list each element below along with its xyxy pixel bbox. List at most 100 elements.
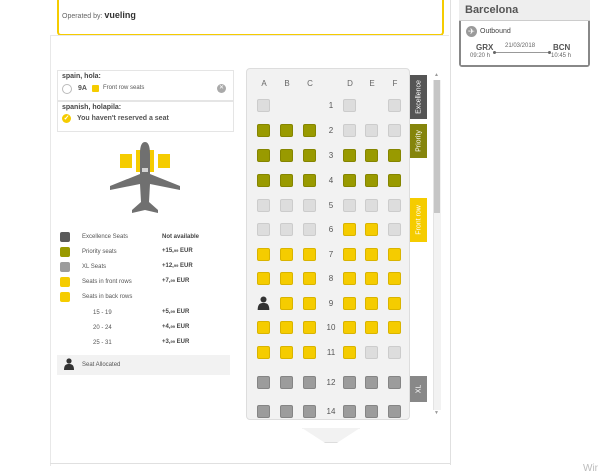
row-number: 8 [328,274,334,283]
seat-5C[interactable] [303,199,316,212]
scrollbar-thumb[interactable] [434,80,440,213]
seat-12D[interactable] [343,376,356,389]
seat-12B[interactable] [280,376,293,389]
seat-2D[interactable] [343,124,356,137]
seat-1A[interactable] [257,99,270,112]
seat-14B[interactable] [280,405,293,418]
seat-4E[interactable] [365,174,378,187]
seat-8B[interactable] [280,272,293,285]
scroll-up-arrow-icon[interactable]: ▲ [433,72,440,79]
seat-2C[interactable] [303,124,316,137]
seat-5F[interactable] [388,199,401,212]
seat-11A[interactable] [257,346,270,359]
seat-14F[interactable] [388,405,401,418]
seat-10E[interactable] [365,321,378,334]
seat-3E[interactable] [365,149,378,162]
seat-8F[interactable] [388,272,401,285]
seat-3A[interactable] [257,149,270,162]
seat-12A[interactable] [257,376,270,389]
seat-4A[interactable] [257,174,270,187]
seat-7C[interactable] [303,248,316,261]
seat-2A[interactable] [257,124,270,137]
seat-8D[interactable] [343,272,356,285]
seat-6C[interactable] [303,223,316,236]
row-number: 1 [328,101,334,110]
seat-3D[interactable] [343,149,356,162]
seat-7A[interactable] [257,248,270,261]
seat-9D[interactable] [343,297,356,310]
seat-5D[interactable] [343,199,356,212]
seat-6F[interactable] [388,223,401,236]
seat-10F[interactable] [388,321,401,334]
seat-7E[interactable] [365,248,378,261]
seat-6B[interactable] [280,223,293,236]
legend-label: Seats in back rows [82,294,133,300]
zone-tab-xl[interactable]: XL [410,376,427,402]
legend-swatch-back [60,292,70,302]
seat-12E[interactable] [365,376,378,389]
zone-tab-priority[interactable]: Priority [410,124,427,158]
seat-2B[interactable] [280,124,293,137]
seat-1D[interactable] [343,99,356,112]
seat-11E[interactable] [365,346,378,359]
seat-5E[interactable] [365,199,378,212]
seat-2F[interactable] [388,124,401,137]
seat-7F[interactable] [388,248,401,261]
seat-14C[interactable] [303,405,316,418]
seat-3F[interactable] [388,149,401,162]
close-icon[interactable]: ✕ [217,84,226,93]
seat-6A[interactable] [257,223,270,236]
seat-4F[interactable] [388,174,401,187]
zone-tab-front-row[interactable]: Front row [410,198,427,242]
row-number: 14 [326,407,336,416]
seat-10A[interactable] [257,321,270,334]
seat-12C[interactable] [303,376,316,389]
destination-code: BCN [553,43,571,52]
seat-5B[interactable] [280,199,293,212]
seat-9B[interactable] [280,297,293,310]
seat-1F[interactable] [388,99,401,112]
legend-allocated-label: Seat Allocated [82,362,121,368]
seat-4D[interactable] [343,174,356,187]
seat-6D[interactable] [343,223,356,236]
allocated-seat-person-icon[interactable] [257,296,270,310]
seat-10B[interactable] [280,321,293,334]
seat-type-swatch [92,85,99,92]
seat-2E[interactable] [365,124,378,137]
seat-8E[interactable] [365,272,378,285]
seat-3C[interactable] [303,149,316,162]
zone-tab-excellence[interactable]: Excellence [410,75,427,119]
seat-7D[interactable] [343,248,356,261]
seat-12F[interactable] [388,376,401,389]
seat-11C[interactable] [303,346,316,359]
airline-brand: vueling [104,10,136,20]
seat-8C[interactable] [303,272,316,285]
legend-price: +15,99 EUR [162,248,193,254]
seat-14A[interactable] [257,405,270,418]
route-line [494,52,549,53]
seat-10C[interactable] [303,321,316,334]
seat-7B[interactable] [280,248,293,261]
seat-9F[interactable] [388,297,401,310]
seat-9E[interactable] [365,297,378,310]
passenger-name: spanish, holapila: [62,104,122,111]
seat-3B[interactable] [280,149,293,162]
seat-6E[interactable] [365,223,378,236]
route-dot-start [493,51,496,54]
seat-10D[interactable] [343,321,356,334]
departure-time: 09:20 h [470,53,491,59]
seat-8A[interactable] [257,272,270,285]
seat-11B[interactable] [280,346,293,359]
passenger-radio[interactable] [62,84,72,94]
seat-5A[interactable] [257,199,270,212]
seat-14E[interactable] [365,405,378,418]
seat-4B[interactable] [280,174,293,187]
seat-4C[interactable] [303,174,316,187]
seat-11D[interactable] [343,346,356,359]
check-icon: ✓ [62,114,71,123]
seat-11F[interactable] [388,346,401,359]
seat-9C[interactable] [303,297,316,310]
legend-swatch-xl [60,262,70,272]
scroll-down-arrow-icon[interactable]: ▼ [433,410,440,417]
seat-14D[interactable] [343,405,356,418]
